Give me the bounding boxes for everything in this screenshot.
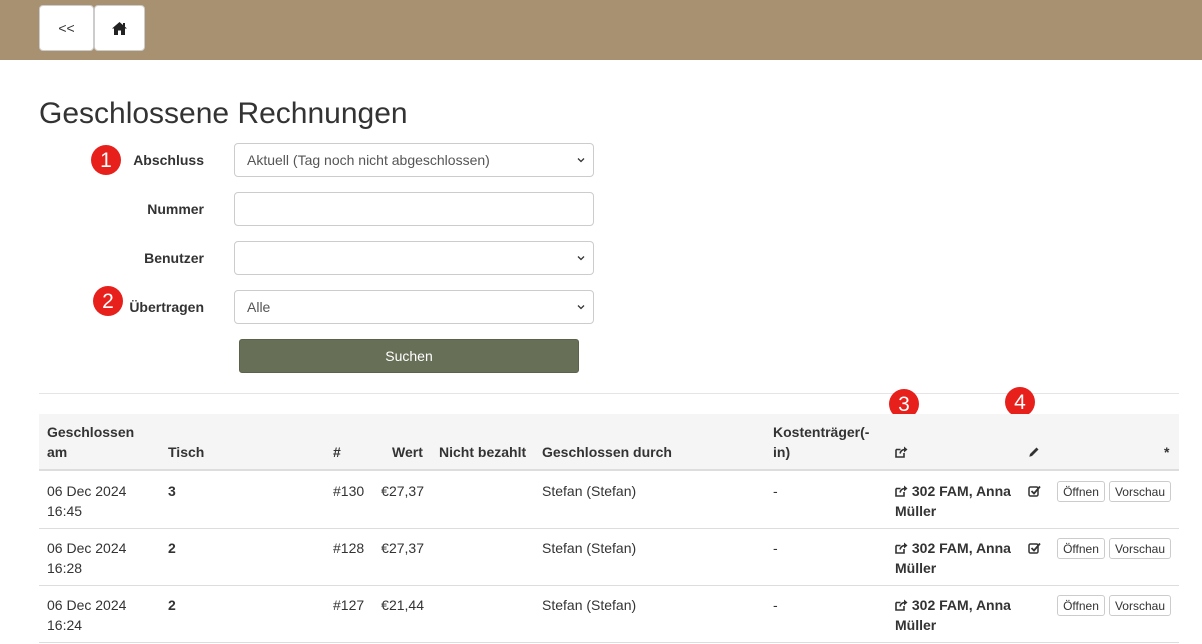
row-cost-bearer: - — [773, 540, 778, 556]
col-table[interactable]: Tisch — [168, 442, 204, 462]
preview-button[interactable]: Vorschau — [1109, 538, 1171, 559]
row-transfer: 302 FAM, Anna Müller — [895, 481, 1020, 521]
col-transferred — [895, 442, 908, 462]
table-row: 06 Dec 2024 16:28 2 #128 €27,37 Stefan (… — [39, 529, 1179, 586]
checkbox-checked-icon — [1028, 485, 1041, 497]
abschluss-select-value: Aktuell (Tag noch nicht abgeschlossen) — [247, 152, 490, 168]
checkbox-checked-icon — [1028, 542, 1041, 554]
chevron-down-icon — [577, 305, 585, 310]
share-icon — [895, 446, 908, 458]
page-title: Geschlossene Rechnungen — [39, 97, 408, 130]
row-checked — [1028, 538, 1041, 558]
annotation-marker-4: 4 — [1005, 387, 1035, 417]
row-cost-bearer: - — [773, 483, 778, 499]
col-star: * — [1164, 444, 1170, 460]
col-value[interactable]: Wert — [392, 442, 423, 462]
share-icon — [895, 485, 908, 497]
row-closed-by: Stefan (Stefan) — [542, 483, 637, 499]
row-table: 2 — [168, 597, 176, 613]
preview-button[interactable]: Vorschau — [1109, 595, 1171, 616]
uebertragen-select-value: Alle — [247, 299, 271, 315]
home-button[interactable] — [94, 5, 145, 51]
benutzer-label: Benutzer — [144, 250, 204, 266]
preview-button[interactable]: Vorschau — [1109, 481, 1171, 502]
search-button[interactable]: Suchen — [239, 339, 579, 373]
open-button[interactable]: Öffnen — [1057, 595, 1105, 616]
row-transfer-label: 302 FAM, Anna Müller — [895, 597, 1011, 633]
row-table: 2 — [168, 540, 176, 556]
open-button[interactable]: Öffnen — [1057, 538, 1105, 559]
row-table: 3 — [168, 483, 176, 499]
col-number[interactable]: # — [333, 442, 341, 462]
table-row: 06 Dec 2024 16:45 3 #130 €27,37 Stefan (… — [39, 472, 1179, 529]
abschluss-label: Abschluss — [133, 152, 204, 168]
share-icon — [895, 542, 908, 554]
row-date: 06 Dec 2024 — [47, 540, 127, 556]
table-header: Geschlossen am Tisch # Wert Nicht bezahl… — [39, 414, 1179, 471]
top-bar: << — [0, 0, 1202, 60]
abschluss-select[interactable]: Aktuell (Tag noch nicht abgeschlossen) — [234, 143, 594, 177]
nummer-input[interactable] — [234, 192, 594, 226]
row-date: 06 Dec 2024 — [47, 483, 127, 499]
col-closed-at[interactable]: Geschlossen am — [47, 422, 147, 462]
row-value: €27,37 — [381, 483, 424, 499]
row-checked — [1028, 481, 1041, 501]
row-date: 06 Dec 2024 — [47, 597, 127, 613]
chevron-down-icon — [577, 256, 585, 261]
row-transfer: 302 FAM, Anna Müller — [895, 538, 1020, 578]
col-edit — [1028, 442, 1040, 462]
row-number: #128 — [333, 540, 365, 556]
benutzer-select[interactable] — [234, 241, 594, 275]
row-transfer: 302 FAM, Anna Müller — [895, 595, 1020, 635]
uebertragen-select[interactable]: Alle — [234, 290, 594, 324]
row-time: 16:45 — [47, 503, 83, 519]
row-cost-bearer: - — [773, 597, 778, 613]
pencil-icon — [1029, 447, 1039, 457]
nummer-label: Nummer — [147, 201, 204, 217]
row-time: 16:24 — [47, 617, 83, 633]
open-button[interactable]: Öffnen — [1057, 481, 1105, 502]
row-number: #130 — [333, 483, 365, 499]
row-value: €27,37 — [381, 540, 424, 556]
back-button[interactable]: << — [39, 5, 94, 51]
row-transfer-label: 302 FAM, Anna Müller — [895, 483, 1011, 519]
row-number: #127 — [333, 597, 365, 613]
chevron-down-icon — [577, 158, 585, 163]
row-transfer-label: 302 FAM, Anna Müller — [895, 540, 1011, 576]
col-unpaid[interactable]: Nicht bezahlt — [439, 442, 526, 462]
col-cost-bearer[interactable]: Kostenträger(-in) — [773, 422, 877, 462]
home-icon — [112, 21, 127, 35]
row-closed-by: Stefan (Stefan) — [542, 597, 637, 613]
uebertragen-label: Übertragen — [129, 299, 204, 315]
row-value: €21,44 — [381, 597, 424, 613]
share-icon — [895, 599, 908, 611]
row-time: 16:28 — [47, 560, 83, 576]
table-row: 06 Dec 2024 16:24 2 #127 €21,44 Stefan (… — [39, 586, 1179, 643]
col-closed-by[interactable]: Geschlossen durch — [542, 442, 672, 462]
row-closed-by: Stefan (Stefan) — [542, 540, 637, 556]
